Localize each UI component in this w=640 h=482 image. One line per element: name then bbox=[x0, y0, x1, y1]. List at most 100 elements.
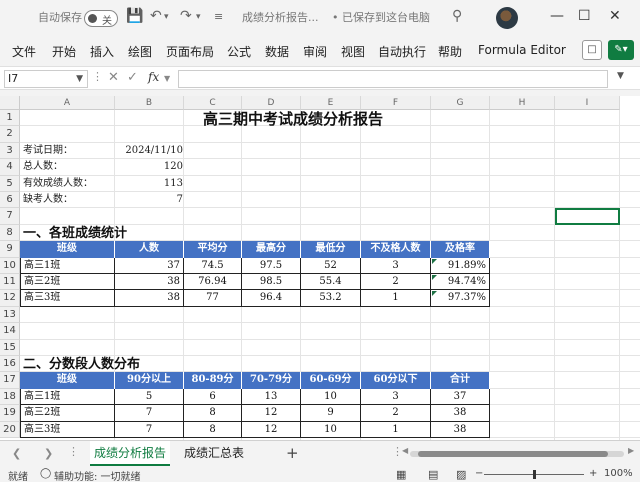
row-header-8[interactable]: 8 bbox=[0, 224, 20, 242]
spreadsheet-grid[interactable]: A B C D E F G H I 1 2 3 4 5 6 7 8 9 10 11 12 13 14 15 16 17 18 19 20… bbox=[0, 96, 640, 440]
score-distribution-cell[interactable]: 13 bbox=[242, 388, 301, 406]
avatar[interactable] bbox=[496, 7, 518, 29]
info-value[interactable]: 2024/11/10 bbox=[115, 143, 183, 159]
undo-dropdown-icon[interactable]: ▾ bbox=[164, 12, 169, 22]
score-distribution-cell[interactable]: 8 bbox=[184, 421, 242, 438]
redo-icon[interactable]: ↷ bbox=[180, 8, 192, 24]
score-distribution-cell[interactable]: 1 bbox=[361, 421, 431, 438]
row-header-19[interactable]: 19 bbox=[0, 405, 20, 422]
score-distribution-cell[interactable]: 38 bbox=[431, 421, 490, 438]
error-indicator-icon[interactable] bbox=[432, 291, 437, 297]
error-indicator-icon[interactable] bbox=[432, 275, 437, 280]
more-options-icon[interactable]: ⋮ bbox=[92, 70, 103, 83]
row-header-17[interactable]: 17 bbox=[0, 372, 20, 389]
menu-draw[interactable]: 绘图 bbox=[128, 43, 152, 60]
zoom-slider-knob[interactable] bbox=[533, 470, 536, 479]
row-header-3[interactable]: 3 bbox=[0, 142, 20, 160]
menu-help[interactable]: 帮助 bbox=[438, 43, 462, 60]
score-distribution-cell[interactable]: 3 bbox=[361, 388, 431, 406]
class-stats-cell[interactable]: 98.5 bbox=[242, 274, 301, 291]
class-stats-cell[interactable]: 97.5 bbox=[242, 257, 301, 274]
column-header-d[interactable]: D bbox=[242, 96, 301, 110]
score-distribution-cell[interactable]: 高三2班 bbox=[20, 405, 115, 422]
share-button[interactable]: ✎▾ bbox=[608, 40, 634, 60]
tab-score-analysis[interactable]: 成绩分析报告 bbox=[90, 441, 170, 466]
row-header-12[interactable]: 12 bbox=[0, 290, 20, 307]
select-all-corner[interactable] bbox=[0, 96, 20, 110]
menu-data[interactable]: 数据 bbox=[265, 43, 289, 60]
insert-function-button[interactable]: fx bbox=[148, 70, 159, 84]
close-icon[interactable]: ✕ bbox=[609, 8, 621, 24]
class-stats-cell[interactable]: 76.94 bbox=[184, 274, 242, 291]
score-distribution-cell[interactable]: 38 bbox=[431, 405, 490, 422]
class-stats-cell[interactable]: 97.37% bbox=[431, 290, 490, 307]
row-header-1[interactable]: 1 bbox=[0, 110, 20, 127]
column-header-b[interactable]: B bbox=[115, 96, 184, 110]
info-value[interactable]: 7 bbox=[115, 192, 183, 208]
scroll-right-icon[interactable]: ▶ bbox=[628, 446, 634, 455]
minimize-icon[interactable]: — bbox=[550, 8, 564, 24]
class-stats-cell[interactable]: 1 bbox=[361, 290, 431, 307]
page-break-view-icon[interactable]: ▨ bbox=[456, 468, 466, 481]
customize-toolbar-icon[interactable]: ≡ bbox=[214, 10, 223, 23]
class-stats-cell[interactable]: 74.5 bbox=[184, 257, 242, 274]
chevron-down-icon[interactable]: ▼ bbox=[76, 71, 83, 87]
score-distribution-cell[interactable]: 5 bbox=[115, 388, 184, 406]
menu-home[interactable]: 开始 bbox=[52, 43, 76, 60]
menu-file[interactable]: 文件 bbox=[12, 43, 36, 60]
row-header-10[interactable]: 10 bbox=[0, 257, 20, 274]
scrollbar-thumb[interactable] bbox=[418, 451, 608, 457]
row-header-13[interactable]: 13 bbox=[0, 306, 20, 324]
column-header-g[interactable]: G bbox=[431, 96, 490, 110]
class-stats-cell[interactable]: 94.74% bbox=[431, 274, 490, 291]
more-tabs-icon[interactable]: ⋮ bbox=[68, 445, 79, 458]
info-label[interactable]: 有效成绩人数： bbox=[23, 176, 115, 192]
score-distribution-cell[interactable]: 7 bbox=[115, 421, 184, 438]
expand-formula-bar-icon[interactable]: ▼ bbox=[617, 71, 624, 81]
menu-formula-editor[interactable]: Formula Editor bbox=[478, 43, 566, 57]
column-header-i[interactable]: I bbox=[555, 96, 620, 110]
row-header-9[interactable]: 9 bbox=[0, 241, 20, 258]
class-stats-cell[interactable]: 37 bbox=[115, 257, 184, 274]
row-header-11[interactable]: 11 bbox=[0, 274, 20, 291]
column-header-f[interactable]: F bbox=[361, 96, 431, 110]
normal-view-icon[interactable]: ▦ bbox=[396, 468, 406, 481]
row-header-7[interactable]: 7 bbox=[0, 208, 20, 225]
row-header-14[interactable]: 14 bbox=[0, 323, 20, 340]
class-stats-cell[interactable]: 高三3班 bbox=[20, 290, 115, 307]
info-value[interactable]: 120 bbox=[115, 159, 183, 175]
scroll-left-icon[interactable]: ◀ bbox=[402, 446, 408, 455]
search-icon[interactable]: ⚲ bbox=[452, 8, 462, 24]
class-stats-cell[interactable]: 3 bbox=[361, 257, 431, 274]
error-indicator-icon[interactable] bbox=[432, 258, 437, 264]
cancel-icon[interactable]: ✕ bbox=[108, 70, 119, 85]
class-stats-cell[interactable]: 53.2 bbox=[301, 290, 361, 307]
score-distribution-cell[interactable]: 37 bbox=[431, 388, 490, 406]
zoom-in-icon[interactable]: + bbox=[589, 468, 597, 479]
tab-next-icon[interactable]: ❯ bbox=[44, 447, 53, 460]
row-header-6[interactable]: 6 bbox=[0, 192, 20, 209]
redo-dropdown-icon[interactable]: ▾ bbox=[196, 12, 201, 22]
score-distribution-cell[interactable]: 12 bbox=[242, 405, 301, 422]
fx-dropdown-icon[interactable]: ▼ bbox=[164, 74, 170, 83]
score-distribution-cell[interactable]: 6 bbox=[184, 388, 242, 406]
menu-formulas[interactable]: 公式 bbox=[227, 43, 251, 60]
save-icon[interactable]: 💾 bbox=[126, 8, 143, 24]
row-header-5[interactable]: 5 bbox=[0, 175, 20, 192]
accessibility-icon[interactable]: ◯ bbox=[40, 468, 51, 479]
info-label[interactable]: 总人数： bbox=[23, 159, 115, 175]
class-stats-cell[interactable]: 高三2班 bbox=[20, 274, 115, 291]
row-header-16[interactable]: 16 bbox=[0, 356, 20, 373]
column-header-e[interactable]: E bbox=[301, 96, 361, 110]
class-stats-cell[interactable]: 38 bbox=[115, 290, 184, 307]
column-header-h[interactable]: H bbox=[490, 96, 555, 110]
class-stats-cell[interactable]: 高三1班 bbox=[20, 257, 115, 274]
restore-icon[interactable]: ☐ bbox=[578, 8, 591, 24]
score-distribution-cell[interactable]: 10 bbox=[301, 421, 361, 438]
class-stats-cell[interactable]: 77 bbox=[184, 290, 242, 307]
row-header-2[interactable]: 2 bbox=[0, 126, 20, 143]
row-header-4[interactable]: 4 bbox=[0, 159, 20, 176]
row-header-18[interactable]: 18 bbox=[0, 388, 20, 406]
score-distribution-cell[interactable]: 高三3班 bbox=[20, 421, 115, 438]
score-distribution-cell[interactable]: 高三1班 bbox=[20, 388, 115, 406]
